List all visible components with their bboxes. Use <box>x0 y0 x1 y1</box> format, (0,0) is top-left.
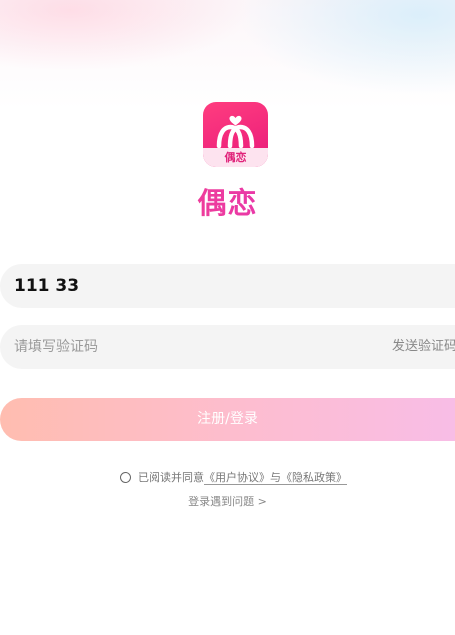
agreement-text: 已阅读并同意《用户协议》与《隐私政策》 <box>138 470 347 486</box>
top-background-glow <box>0 0 455 110</box>
logo-caption: 偶恋 <box>203 148 268 167</box>
user-agreement-link[interactable]: 《用户协议》 <box>204 471 270 485</box>
verification-code-field: 发送验证码 <box>0 325 455 369</box>
app-logo: 偶恋 <box>203 102 268 167</box>
agreement-joiner: 与 <box>270 471 281 485</box>
app-title: 偶恋 <box>0 180 455 222</box>
send-code-button[interactable]: 发送验证码 <box>392 325 455 369</box>
phone-value: 111 33 <box>14 276 80 296</box>
agreement-prefix: 已阅读并同意 <box>138 471 204 484</box>
phone-field[interactable]: 111 33 <box>0 264 455 308</box>
radio-circle-icon[interactable] <box>120 472 131 483</box>
privacy-policy-link[interactable]: 《隐私政策》 <box>281 471 347 485</box>
login-help-link[interactable]: 登录遇到问题 > <box>0 493 455 509</box>
verification-code-input[interactable] <box>14 325 314 369</box>
register-login-button[interactable]: 注册/登录 <box>0 398 455 441</box>
